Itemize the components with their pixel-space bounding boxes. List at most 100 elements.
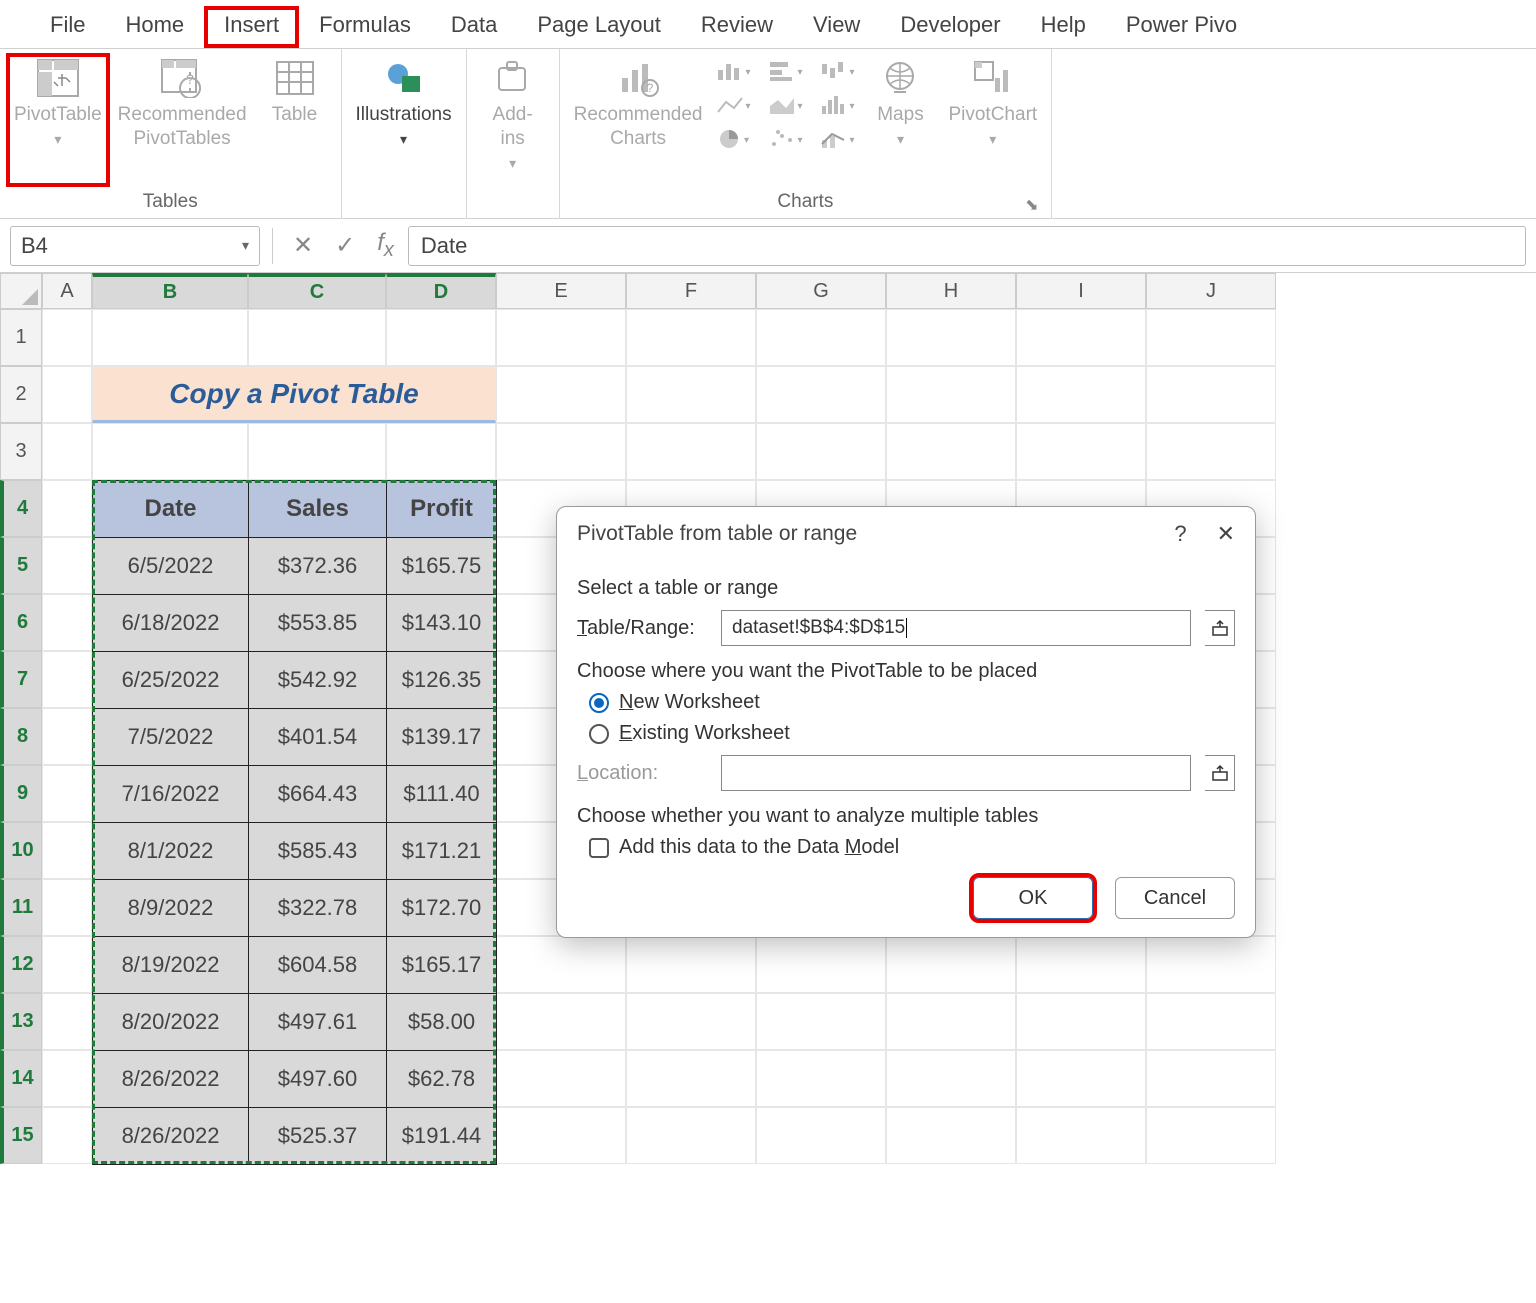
cell[interactable] bbox=[496, 1050, 626, 1107]
cell[interactable] bbox=[496, 936, 626, 993]
maps-button[interactable]: Maps bbox=[860, 53, 940, 187]
table-cell[interactable]: $165.17 bbox=[387, 937, 497, 994]
checkbox-data-model[interactable]: Add this data to the Data Model bbox=[589, 836, 1235, 859]
table-cell[interactable]: 8/1/2022 bbox=[93, 823, 249, 880]
tab-page-layout[interactable]: Page Layout bbox=[517, 6, 681, 48]
row-header[interactable]: 12 bbox=[0, 936, 42, 993]
table-cell[interactable]: $585.43 bbox=[249, 823, 387, 880]
fx-button[interactable]: fx bbox=[369, 229, 402, 262]
cell[interactable] bbox=[42, 309, 92, 366]
table-cell[interactable]: 8/19/2022 bbox=[93, 937, 249, 994]
table-header[interactable]: Sales bbox=[249, 481, 387, 538]
cell[interactable] bbox=[626, 936, 756, 993]
cell[interactable] bbox=[248, 309, 386, 366]
table-cell[interactable]: 7/5/2022 bbox=[93, 709, 249, 766]
chevron-down-icon[interactable]: ▾ bbox=[242, 237, 249, 254]
row-header[interactable]: 6 bbox=[0, 594, 42, 651]
cell[interactable] bbox=[626, 309, 756, 366]
cell[interactable] bbox=[1146, 936, 1276, 993]
table-button[interactable]: Table bbox=[255, 53, 335, 187]
table-cell[interactable]: 8/9/2022 bbox=[93, 880, 249, 937]
table-cell[interactable]: $542.92 bbox=[249, 652, 387, 709]
tab-help[interactable]: Help bbox=[1021, 6, 1106, 48]
tab-formulas[interactable]: Formulas bbox=[299, 6, 431, 48]
cell[interactable] bbox=[42, 423, 92, 480]
table-cell[interactable]: $525.37 bbox=[249, 1108, 387, 1165]
cell[interactable] bbox=[42, 879, 92, 936]
cell[interactable] bbox=[42, 1107, 92, 1164]
line-chart-button[interactable] bbox=[716, 91, 750, 119]
tab-data[interactable]: Data bbox=[431, 6, 517, 48]
cell[interactable] bbox=[1016, 1107, 1146, 1164]
cell[interactable] bbox=[756, 993, 886, 1050]
dialog-launcher-icon[interactable]: ⬊ bbox=[1025, 195, 1043, 213]
combo-chart-button[interactable] bbox=[820, 125, 854, 153]
table-cell[interactable]: 6/5/2022 bbox=[93, 538, 249, 595]
cell[interactable] bbox=[756, 1050, 886, 1107]
cell[interactable] bbox=[756, 1107, 886, 1164]
cell[interactable] bbox=[626, 1107, 756, 1164]
cell[interactable] bbox=[886, 423, 1016, 480]
row-header[interactable]: 5 bbox=[0, 537, 42, 594]
cancel-button[interactable]: Cancel bbox=[1115, 877, 1235, 919]
cell[interactable] bbox=[886, 366, 1016, 423]
table-cell[interactable]: $62.78 bbox=[387, 1051, 497, 1108]
table-cell[interactable]: 8/20/2022 bbox=[93, 994, 249, 1051]
ok-button[interactable]: OK bbox=[973, 877, 1093, 919]
tab-insert[interactable]: Insert bbox=[204, 6, 299, 48]
illustrations-button[interactable]: Illustrations bbox=[348, 53, 460, 187]
tab-file[interactable]: File bbox=[30, 6, 105, 48]
table-header[interactable]: Date bbox=[93, 481, 249, 538]
waterfall-chart-button[interactable] bbox=[820, 57, 854, 85]
table-cell[interactable]: $171.21 bbox=[387, 823, 497, 880]
table-cell[interactable]: 8/26/2022 bbox=[93, 1108, 249, 1165]
cell[interactable] bbox=[1146, 423, 1276, 480]
column-header[interactable]: G bbox=[756, 273, 886, 309]
row-header[interactable]: 11 bbox=[0, 879, 42, 936]
cell[interactable] bbox=[496, 423, 626, 480]
column-header[interactable]: H bbox=[886, 273, 1016, 309]
cell[interactable] bbox=[42, 936, 92, 993]
cell[interactable] bbox=[626, 366, 756, 423]
range-picker-button[interactable] bbox=[1205, 610, 1235, 646]
cell[interactable] bbox=[42, 1050, 92, 1107]
cell[interactable] bbox=[1016, 936, 1146, 993]
cell[interactable] bbox=[1146, 366, 1276, 423]
cell[interactable] bbox=[496, 309, 626, 366]
row-header[interactable]: 13 bbox=[0, 993, 42, 1050]
histogram-button[interactable] bbox=[820, 91, 854, 119]
column-header[interactable]: I bbox=[1016, 273, 1146, 309]
table-cell[interactable]: 8/26/2022 bbox=[93, 1051, 249, 1108]
row-header[interactable]: 14 bbox=[0, 1050, 42, 1107]
cell[interactable] bbox=[1146, 1107, 1276, 1164]
cell[interactable] bbox=[42, 822, 92, 879]
cancel-formula-button[interactable]: ✕ bbox=[285, 231, 321, 260]
cell[interactable] bbox=[1016, 309, 1146, 366]
cell[interactable] bbox=[1016, 993, 1146, 1050]
table-range-input[interactable]: dataset!$B$4:$D$15 bbox=[721, 610, 1191, 646]
column-header[interactable]: A bbox=[42, 273, 92, 309]
cell[interactable] bbox=[626, 423, 756, 480]
row-header[interactable]: 2 bbox=[0, 366, 42, 423]
tab-developer[interactable]: Developer bbox=[880, 6, 1020, 48]
row-header[interactable]: 3 bbox=[0, 423, 42, 480]
pivot-table-button[interactable]: PivotTable bbox=[6, 53, 110, 187]
recommended-charts-button[interactable]: ? Recommended Charts bbox=[566, 53, 711, 187]
cell[interactable] bbox=[386, 423, 496, 480]
cell[interactable] bbox=[496, 366, 626, 423]
cell[interactable] bbox=[756, 309, 886, 366]
scatter-chart-button[interactable] bbox=[768, 125, 802, 153]
tab-power-pivot[interactable]: Power Pivo bbox=[1106, 6, 1257, 48]
table-cell[interactable]: $172.70 bbox=[387, 880, 497, 937]
enter-formula-button[interactable]: ✓ bbox=[327, 231, 363, 260]
table-cell[interactable]: $322.78 bbox=[249, 880, 387, 937]
tab-home[interactable]: Home bbox=[105, 6, 204, 48]
cell[interactable] bbox=[496, 993, 626, 1050]
cell[interactable] bbox=[886, 1050, 1016, 1107]
tab-review[interactable]: Review bbox=[681, 6, 793, 48]
cell[interactable] bbox=[42, 537, 92, 594]
table-cell[interactable]: $604.58 bbox=[249, 937, 387, 994]
table-cell[interactable]: 6/18/2022 bbox=[93, 595, 249, 652]
pivot-chart-button[interactable]: PivotChart bbox=[940, 53, 1045, 187]
table-cell[interactable]: $372.36 bbox=[249, 538, 387, 595]
